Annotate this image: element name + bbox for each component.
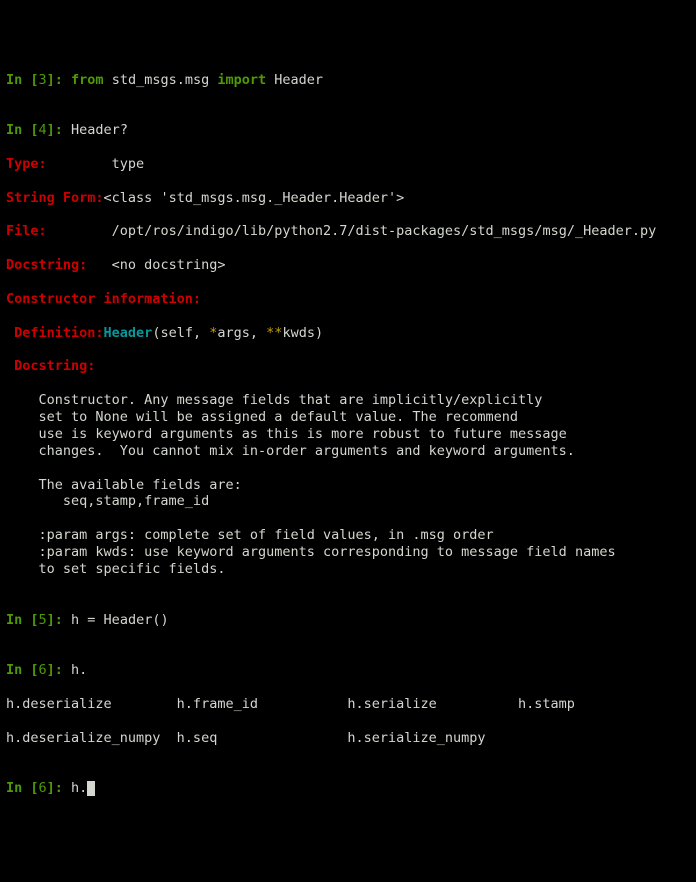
help-string-form-value: <class 'std_msgs.msg._Header.Header'> [104,190,405,206]
def-function-name: Header [104,325,153,341]
help-string-form-row: String Form:<class 'std_msgs.msg._Header… [6,190,690,207]
keyword-from: from [71,72,104,88]
cell-4-input[interactable]: In [4]: Header? [6,122,690,139]
cell-3-input[interactable]: In [3]: from std_msgs.msg import Header [6,72,690,89]
help-type-label: Type: [6,156,47,172]
prompt-num: 6 [39,662,47,678]
help-docstring-header: Docstring: [6,358,690,375]
help-string-form-label: String Form: [6,190,104,206]
prompt-in: In [ [6,662,39,678]
tab-completion-row: h.deserialize h.frame_id h.serialize h.s… [6,696,690,713]
help-docstring-label: Docstring: [6,257,87,273]
code-text: h. [71,662,87,678]
class-name: Header [266,72,323,88]
keyword-import: import [217,72,266,88]
prompt-close: ]: [47,662,71,678]
help-docstring-row: Docstring: <no docstring> [6,257,690,274]
cell-6-input-repeat[interactable]: In [6]: h. [6,780,690,797]
module-name: std_msgs.msg [104,72,218,88]
help-docstring-value: <no docstring> [112,257,226,273]
help-file-value: /opt/ros/indigo/lib/python2.7/dist-packa… [112,223,657,239]
prompt-num: 4 [39,122,47,138]
prompt-in: In [ [6,72,39,88]
prompt-in: In [ [6,122,39,138]
help-constructor-header: Constructor information: [6,291,690,308]
prompt-close: ]: [47,780,71,796]
cell-6-input[interactable]: In [6]: h. [6,662,690,679]
prompt-close: ]: [47,122,71,138]
help-docstring-body: Constructor. Any message fields that are… [6,392,690,578]
prompt-num: 5 [39,612,47,628]
help-type-value: type [112,156,145,172]
help-definition-label: Definition: [6,325,104,341]
cursor-icon [87,781,95,796]
help-type-row: Type: type [6,156,690,173]
prompt-close: ]: [47,612,71,628]
code-text: h. [71,780,87,796]
prompt-in: In [ [6,612,39,628]
help-file-row: File: /opt/ros/indigo/lib/python2.7/dist… [6,223,690,240]
help-file-label: File: [6,223,47,239]
help-query: Header? [71,122,128,138]
prompt-num: 3 [39,72,47,88]
prompt-close: ]: [47,72,71,88]
prompt-in: In [ [6,780,39,796]
prompt-num: 6 [39,780,47,796]
cell-5-input[interactable]: In [5]: h = Header() [6,612,690,629]
tab-completion-row: h.deserialize_numpy h.seq h.serialize_nu… [6,730,690,747]
code-text: h = Header() [71,612,169,628]
help-definition-row: Definition:Header(self, *args, **kwds) [6,325,690,342]
